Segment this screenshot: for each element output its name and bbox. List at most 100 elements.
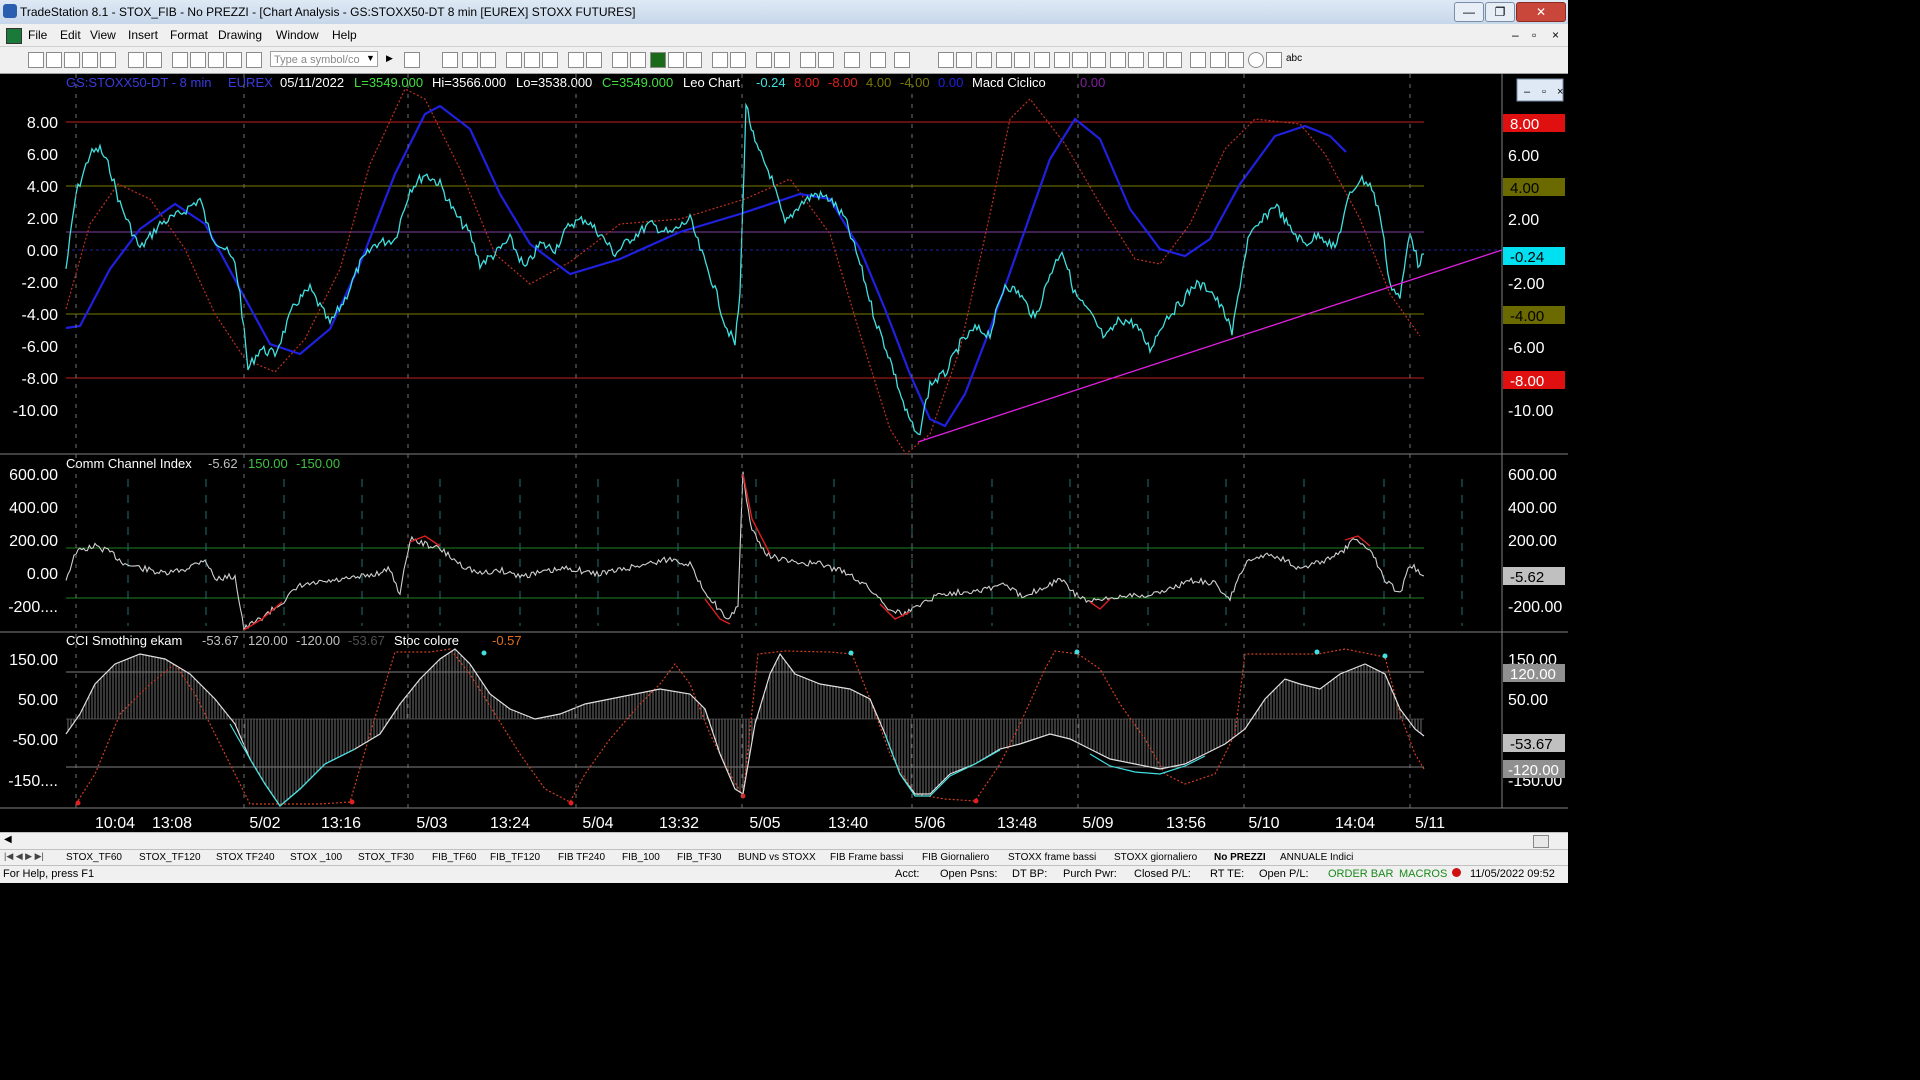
workspace-tab[interactable]: FIB TF240 [558, 851, 605, 865]
workspace-tab[interactable]: STOXX frame bassi [1008, 851, 1096, 865]
menu-view[interactable]: View [90, 28, 116, 42]
workspace-tab[interactable]: FIB_TF30 [677, 851, 721, 865]
horizontal-lines-icon[interactable] [976, 52, 992, 68]
tile-icon[interactable] [568, 52, 584, 68]
andrews-icon[interactable] [1090, 52, 1106, 68]
chart-close-button[interactable]: × [1557, 86, 1563, 98]
globe-icon[interactable] [246, 52, 262, 68]
zoom-out-icon[interactable] [774, 52, 790, 68]
workspace-tab[interactable]: FIB Frame bassi [830, 851, 903, 865]
zoom-in-icon[interactable] [756, 52, 772, 68]
lookup-icon[interactable] [404, 52, 420, 68]
angle-icon[interactable] [1034, 52, 1050, 68]
channel-icon[interactable] [996, 52, 1012, 68]
print-preview-icon[interactable] [146, 52, 162, 68]
trendline-icon[interactable] [938, 52, 954, 68]
workspace-tab[interactable]: BUND vs STOXX [738, 851, 816, 865]
scanner-icon[interactable] [542, 52, 558, 68]
scroll-left-arrow-icon[interactable]: ◀ [4, 834, 12, 845]
macros-button[interactable]: MACROS [1399, 868, 1447, 880]
workspace-tab[interactable]: STOX_TF30 [358, 851, 414, 865]
child-close-button[interactable]: × [1552, 28, 1559, 42]
folder-icon[interactable] [100, 52, 116, 68]
cursor-icon[interactable] [800, 52, 816, 68]
fib-lines-icon[interactable] [956, 52, 972, 68]
arrow-up-icon[interactable] [1228, 52, 1244, 68]
chart-canvas[interactable]: – ▫ × GS:STOXX50-DT - 8 min EUREX 05/11/… [0, 74, 1568, 832]
close-button[interactable]: ✕ [1516, 2, 1566, 22]
workspace-tab[interactable]: STOXX giornaliero [1114, 851, 1197, 865]
restore-button[interactable]: ❐ [1485, 2, 1515, 22]
arc-icon[interactable] [1148, 52, 1164, 68]
pencil-icon[interactable] [1166, 52, 1182, 68]
data-cursor-icon[interactable] [818, 52, 834, 68]
cascade-icon[interactable] [586, 52, 602, 68]
chart-minimize-button[interactable]: – [1524, 86, 1531, 98]
workspace-tab[interactable]: FIB_100 [622, 851, 660, 865]
chart-analysis-window[interactable]: – ▫ × GS:STOXX50-DT - 8 min EUREX 05/11/… [0, 74, 1568, 832]
menu-format[interactable]: Format [170, 28, 208, 42]
workspace-tab[interactable]: STOX_TF120 [139, 851, 201, 865]
link-icon[interactable] [506, 52, 522, 68]
circle-icon[interactable] [1248, 52, 1264, 68]
workspace-tab[interactable]: STOX _100 [290, 851, 342, 865]
rectangle-icon[interactable] [1266, 52, 1282, 68]
scroll-thumb[interactable] [1533, 835, 1549, 848]
workspace-tab[interactable]: FIB Giornaliero [922, 851, 989, 865]
menu-drawing[interactable]: Drawing [218, 28, 262, 42]
menu-file[interactable]: File [28, 28, 47, 42]
window2-icon[interactable] [190, 52, 206, 68]
text-tool-icon[interactable]: abc [1286, 53, 1302, 64]
gann-icon[interactable] [1072, 52, 1088, 68]
workspace-tab[interactable]: STOX_TF60 [66, 851, 122, 865]
menu-edit[interactable]: Edit [60, 28, 81, 42]
open-icon[interactable] [46, 52, 62, 68]
new-icon[interactable] [28, 52, 44, 68]
tools-icon[interactable] [844, 52, 860, 68]
refresh-icon[interactable] [524, 52, 540, 68]
menu-help[interactable]: Help [332, 28, 357, 42]
parallel-lines-icon[interactable] [1128, 52, 1144, 68]
scroll-right-icon[interactable] [730, 52, 746, 68]
arrow-horizontal-icon[interactable] [1110, 52, 1126, 68]
radar-icon[interactable] [462, 52, 478, 68]
workspace-tab[interactable]: STOX TF240 [216, 851, 275, 865]
save-all-icon[interactable] [82, 52, 98, 68]
order-bar-button[interactable]: ORDER BAR [1328, 868, 1393, 880]
dropdown-icon[interactable]: ▼ [366, 53, 375, 63]
tab-nav-icon[interactable]: |◀ ◀ ▶ ▶| [4, 851, 44, 862]
menu-window[interactable]: Window [276, 28, 319, 42]
chart-icon[interactable] [442, 52, 458, 68]
chart-doc-icon[interactable] [6, 28, 22, 44]
save-icon[interactable] [64, 52, 80, 68]
workspace-tab[interactable]: ANNUALE Indici [1280, 851, 1353, 865]
candle-icon[interactable] [668, 52, 684, 68]
symbol-input[interactable]: Type a symbol/co [270, 51, 378, 67]
chart-restore-button[interactable]: ▫ [1542, 86, 1546, 98]
bar-chart-icon[interactable] [650, 52, 666, 68]
lock-icon[interactable] [208, 52, 224, 68]
disabled-icon[interactable] [894, 52, 910, 68]
order-icon[interactable] [870, 52, 886, 68]
workspace-tab[interactable]: FIB_TF120 [490, 851, 540, 865]
workspace-tab[interactable]: FIB_TF60 [432, 851, 476, 865]
matrix-icon[interactable] [480, 52, 496, 68]
scroll-left-icon[interactable] [712, 52, 728, 68]
child-minimize-button[interactable]: – [1512, 28, 1519, 42]
play-icon[interactable]: ▶ [386, 53, 393, 64]
line-icon[interactable] [686, 52, 702, 68]
format-icon[interactable] [630, 52, 646, 68]
arrow-down-icon[interactable] [1210, 52, 1226, 68]
workspace-tab[interactable]: No PREZZI [1214, 851, 1266, 865]
minimize-button[interactable]: — [1454, 2, 1484, 22]
pen-icon[interactable] [1190, 52, 1206, 68]
window-icon[interactable] [172, 52, 188, 68]
menu-insert[interactable]: Insert [128, 28, 158, 42]
trash-icon[interactable] [226, 52, 242, 68]
child-restore-button[interactable]: ▫ [1532, 28, 1536, 42]
speed-lines-icon[interactable] [1054, 52, 1070, 68]
insert-indicator-icon[interactable] [612, 52, 628, 68]
print-icon[interactable] [128, 52, 144, 68]
horizontal-scrollbar[interactable]: ◀ [0, 832, 1568, 849]
curve-icon[interactable] [1014, 52, 1030, 68]
